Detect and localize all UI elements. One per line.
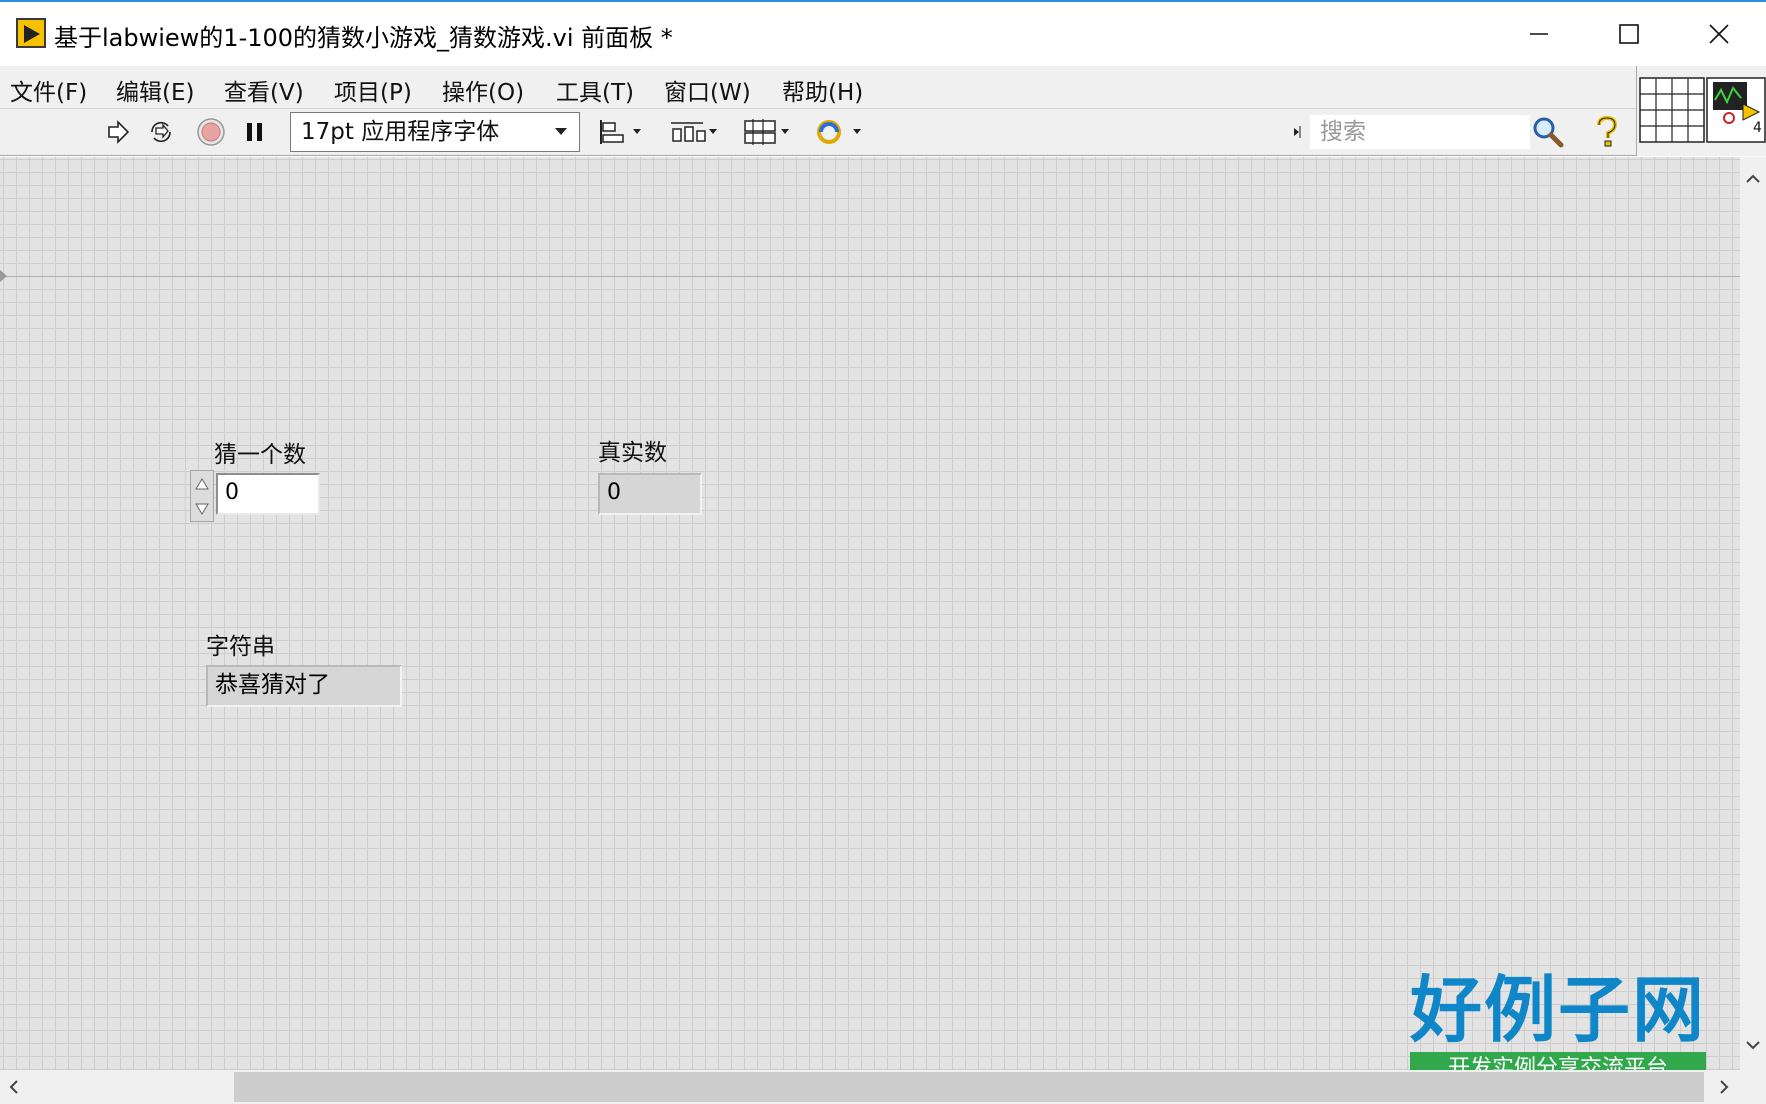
guess-control-label: 猜一个数 [214, 442, 306, 468]
resize-objects-icon [744, 119, 789, 145]
menu-help[interactable]: 帮助(H) [782, 73, 863, 107]
vertical-scrollbar[interactable] [1740, 157, 1766, 1070]
watermark-logo-subtitle: 开发实例分享交流平台 [1410, 1052, 1706, 1070]
menu-view[interactable]: 查看(V) [224, 73, 304, 107]
title-bar: 基于labwiew的1-100的猜数小游戏_猜数游戏.vi 前面板 * [0, 0, 1766, 66]
front-panel-canvas[interactable]: 猜一个数 0 真实数 0 字符串 恭喜猜对了 好例子网 开发实例分享交流平台 [0, 157, 1740, 1070]
run-arrow-icon [108, 120, 130, 144]
minimize-button[interactable] [1496, 4, 1582, 64]
scroll-up-icon[interactable] [1740, 169, 1766, 189]
real-number-label: 真实数 [598, 440, 667, 466]
run-continuously-button[interactable] [144, 115, 178, 149]
menu-tools[interactable]: 工具(T) [556, 73, 634, 107]
window-title: 基于labwiew的1-100的猜数小游戏_猜数游戏.vi 前面板 * [54, 24, 673, 52]
connector-pane-icon[interactable] [1637, 66, 1766, 156]
horizontal-scroll-thumb[interactable] [234, 1072, 1704, 1102]
guess-increment-decrement[interactable] [190, 470, 214, 522]
close-icon [1709, 24, 1729, 44]
guess-number-input[interactable]: 0 [216, 473, 320, 515]
terminal-count-label: 4 [1753, 120, 1762, 136]
chevron-right-icon [1294, 126, 1301, 138]
abort-button[interactable] [194, 115, 228, 149]
menu-file[interactable]: 文件(F) [10, 73, 87, 107]
labview-vi-icon [16, 18, 46, 48]
align-objects-button[interactable] [596, 115, 648, 149]
menu-edit[interactable]: 编辑(E) [116, 73, 194, 107]
pause-button[interactable] [240, 115, 270, 149]
pause-icon [247, 123, 262, 141]
maximize-icon [1619, 24, 1639, 44]
minimize-icon [1530, 33, 1548, 35]
resize-objects-button[interactable] [740, 115, 794, 149]
close-button[interactable] [1676, 4, 1762, 64]
reorder-icon [817, 120, 861, 144]
distribute-objects-icon [671, 122, 717, 142]
scroll-left-icon[interactable] [4, 1070, 24, 1104]
align-objects-icon [600, 120, 641, 144]
menu-bar: 文件(F) 编辑(E) 查看(V) 项目(P) 操作(O) 工具(T) 窗口(W… [0, 66, 1636, 108]
context-help-icon [1597, 115, 1618, 147]
watermark-logo-title: 好例子网 [1410, 967, 1707, 1052]
font-selector-value: 17pt 应用程序字体 [301, 119, 500, 145]
maximize-button[interactable] [1586, 4, 1672, 64]
origin-marker-icon [0, 270, 7, 282]
search-button[interactable] [1528, 115, 1568, 149]
real-number-indicator: 0 [598, 473, 702, 515]
reorder-button[interactable] [812, 115, 866, 149]
string-indicator-label: 字符串 [206, 634, 275, 660]
menu-project[interactable]: 项目(P) [334, 73, 412, 107]
menu-operate[interactable]: 操作(O) [442, 73, 524, 107]
scrollbar-corner [1740, 1070, 1766, 1104]
panel-origin-guide [0, 276, 1740, 277]
context-help-button[interactable] [1590, 115, 1624, 149]
search-input[interactable]: 搜索 [1310, 115, 1530, 149]
decrement-arrow-icon[interactable] [191, 496, 213, 521]
menu-window[interactable]: 窗口(W) [664, 73, 751, 107]
distribute-objects-button[interactable] [668, 115, 722, 149]
abort-icon [197, 118, 225, 146]
increment-arrow-icon[interactable] [191, 471, 213, 496]
font-selector[interactable]: 17pt 应用程序字体 [290, 112, 580, 152]
watermark-logo: 好例子网 开发实例分享交流平台 [1410, 970, 1710, 1070]
toolbar: 17pt 应用程序字体 搜索 [0, 108, 1636, 156]
search-icon [1533, 117, 1564, 148]
connector-pane-area: 4 [1636, 66, 1766, 156]
scroll-down-icon[interactable] [1740, 1035, 1766, 1055]
horizontal-scrollbar[interactable] [0, 1070, 1740, 1104]
run-button[interactable] [102, 115, 134, 149]
string-indicator: 恭喜猜对了 [206, 665, 402, 707]
toolbar-separator-handle[interactable] [1290, 115, 1304, 149]
scroll-right-icon[interactable] [1714, 1070, 1734, 1104]
run-continuously-icon [151, 121, 171, 143]
chevron-down-icon [555, 128, 567, 135]
